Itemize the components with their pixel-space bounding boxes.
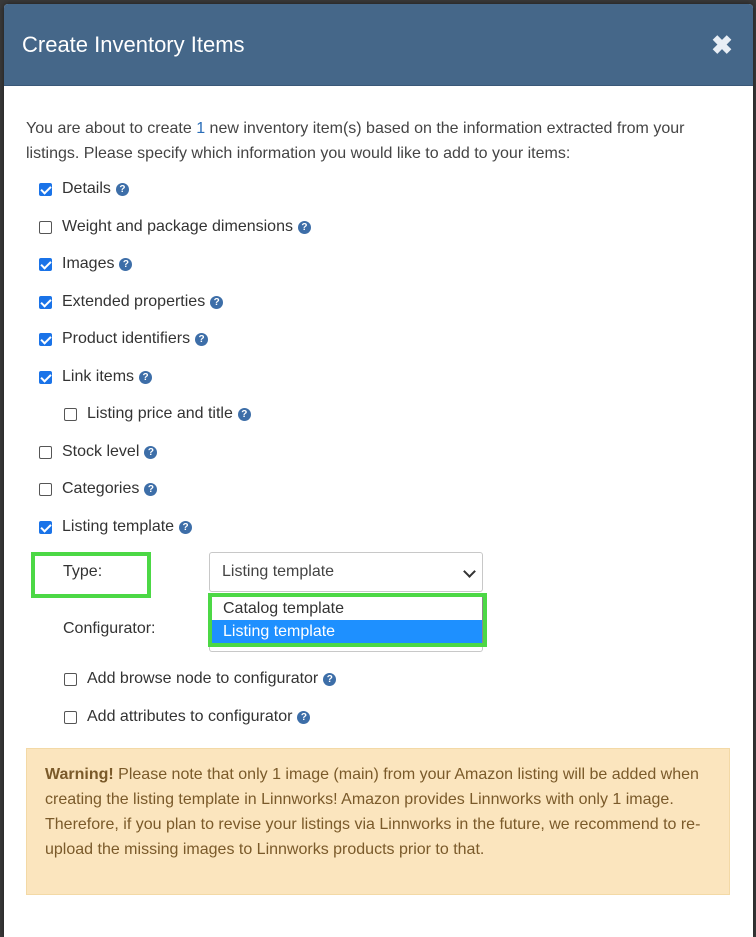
categories-checkbox[interactable] <box>39 482 52 496</box>
close-icon[interactable]: ✖ <box>711 32 733 58</box>
dropdown-option-catalog-template[interactable]: Catalog template <box>212 597 482 620</box>
type-select[interactable]: Listing template <box>209 552 483 592</box>
option-label: Add browse node to configurator <box>87 670 319 687</box>
help-icon[interactable]: ? <box>119 257 133 271</box>
help-icon[interactable]: ? <box>297 220 311 234</box>
intro-text: You are about to create 1 new inventory … <box>26 116 726 166</box>
help-icon[interactable]: ? <box>139 370 153 384</box>
help-icon[interactable]: ? <box>297 710 311 724</box>
option-stock-level[interactable]: Stock level ? <box>39 440 158 464</box>
type-dropdown-list: Catalog template Listing template <box>211 596 483 644</box>
warning-alert: Warning! Please note that only 1 image (… <box>26 748 730 895</box>
details-checkbox[interactable] <box>39 182 52 196</box>
warning-title: Warning! <box>45 766 114 783</box>
option-product-identifiers[interactable]: Product identifiers ? <box>39 327 209 351</box>
type-label: Type: <box>63 563 103 580</box>
option-label: Listing template <box>62 518 175 535</box>
option-listing-template[interactable]: Listing template ? <box>39 515 193 539</box>
intro-count: 1 <box>196 120 206 137</box>
intro-before: You are about to create <box>26 120 197 137</box>
add-browse-node-checkbox[interactable] <box>64 672 77 686</box>
chevron-down-icon <box>463 565 476 578</box>
option-label: Weight and package dimensions <box>62 218 293 235</box>
product-identifiers-checkbox[interactable] <box>39 332 52 346</box>
type-select-value: Listing template <box>222 563 335 580</box>
weight-dimensions-checkbox[interactable] <box>39 220 52 234</box>
option-label: Extended properties <box>62 293 206 310</box>
option-label: Categories <box>62 480 140 497</box>
option-label: Add attributes to configurator <box>87 708 293 725</box>
option-label: Details <box>62 180 111 197</box>
help-icon[interactable]: ? <box>210 295 224 309</box>
dropdown-option-listing-template[interactable]: Listing template <box>212 620 482 643</box>
option-label: Product identifiers <box>62 330 191 347</box>
help-icon[interactable]: ? <box>144 445 158 459</box>
option-extended-properties[interactable]: Extended properties ? <box>39 290 224 314</box>
dialog-title: Create Inventory Items <box>22 32 245 57</box>
help-icon[interactable]: ? <box>237 407 251 421</box>
option-weight-dimensions[interactable]: Weight and package dimensions ? <box>39 215 311 239</box>
stock-level-checkbox[interactable] <box>39 445 52 459</box>
listing-template-checkbox[interactable] <box>39 520 52 534</box>
configurator-label: Configurator: <box>63 620 156 637</box>
option-label: Stock level <box>62 443 140 460</box>
add-attributes-checkbox[interactable] <box>64 710 77 724</box>
option-add-browse-node[interactable]: Add browse node to configurator ? <box>64 667 337 691</box>
option-categories[interactable]: Categories ? <box>39 477 158 501</box>
dialog-header: Create Inventory Items ✖ <box>4 4 753 86</box>
warning-text: Please note that only 1 image (main) fro… <box>45 766 701 858</box>
option-listing-price-title[interactable]: Listing price and title ? <box>64 402 251 426</box>
listing-price-title-checkbox[interactable] <box>64 407 77 421</box>
help-icon[interactable]: ? <box>179 520 193 534</box>
option-add-attributes[interactable]: Add attributes to configurator ? <box>64 705 311 729</box>
extended-properties-checkbox[interactable] <box>39 295 52 309</box>
option-images[interactable]: Images ? <box>39 252 133 276</box>
help-icon[interactable]: ? <box>115 182 129 196</box>
help-icon[interactable]: ? <box>195 332 209 346</box>
link-items-checkbox[interactable] <box>39 370 52 384</box>
help-icon[interactable]: ? <box>144 482 158 496</box>
option-details[interactable]: Details ? <box>39 177 129 201</box>
help-icon[interactable]: ? <box>323 672 337 686</box>
create-inventory-dialog: Create Inventory Items ✖ You are about t… <box>4 4 753 937</box>
option-label: Link items <box>62 368 135 385</box>
images-checkbox[interactable] <box>39 257 52 271</box>
option-link-items[interactable]: Link items ? <box>39 365 153 389</box>
option-label: Images <box>62 255 115 272</box>
option-label: Listing price and title <box>87 405 233 422</box>
